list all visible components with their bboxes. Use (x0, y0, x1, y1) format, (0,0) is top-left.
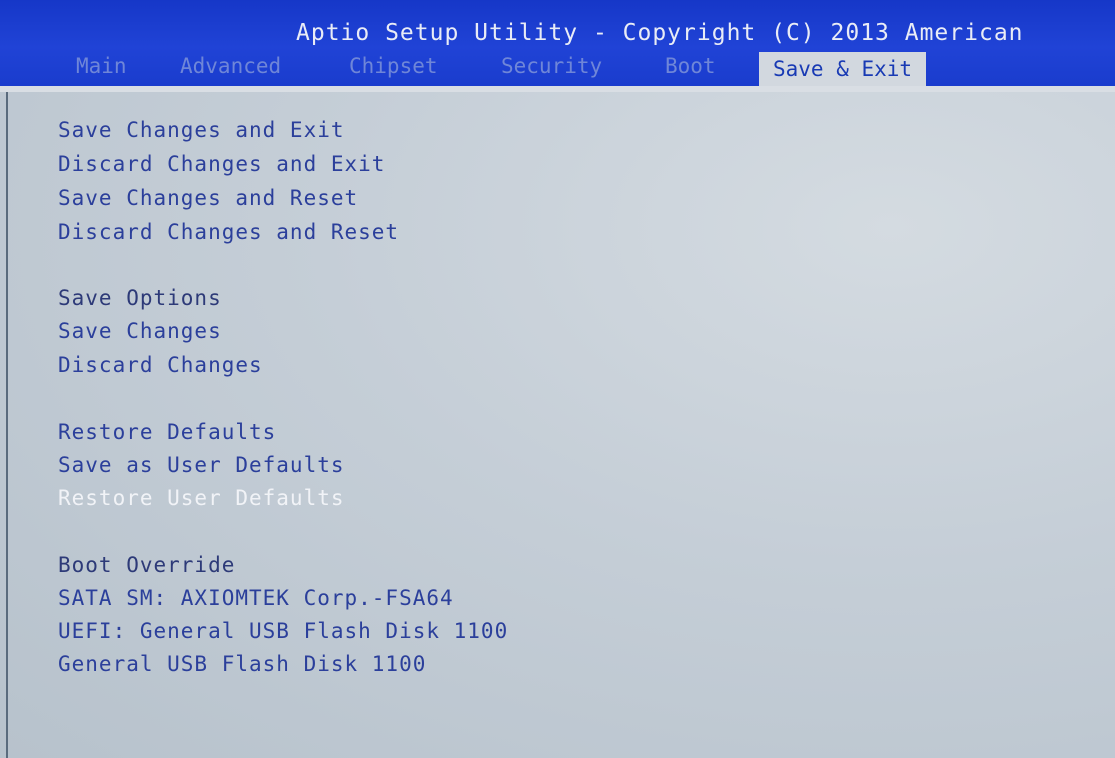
menu-item-discard-changes-and-reset[interactable]: Discard Changes and Reset (58, 220, 399, 244)
menu-item-discard-changes-and-exit[interactable]: Discard Changes and Exit (58, 152, 385, 176)
boot-override-uefi-usb[interactable]: UEFI: General USB Flash Disk 1100 (58, 619, 508, 643)
tab-advanced[interactable]: Advanced (180, 54, 281, 78)
section-heading-save-options: Save Options (58, 286, 222, 310)
tab-boot[interactable]: Boot (665, 54, 716, 78)
tab-main[interactable]: Main (76, 54, 127, 78)
tab-bar: Main Advanced Chipset Security Boot Save… (0, 52, 1115, 86)
menu-item-save-changes-and-exit[interactable]: Save Changes and Exit (58, 118, 345, 142)
tab-save-and-exit[interactable]: Save & Exit (759, 52, 927, 86)
utility-title: Aptio Setup Utility - Copyright (C) 2013… (296, 20, 1024, 46)
menu-item-restore-user-defaults[interactable]: Restore User Defaults (58, 486, 345, 510)
tab-chipset[interactable]: Chipset (349, 54, 438, 78)
boot-override-usb[interactable]: General USB Flash Disk 1100 (58, 652, 426, 676)
menu-item-restore-defaults[interactable]: Restore Defaults (58, 420, 276, 444)
menu-item-save-as-user-defaults[interactable]: Save as User Defaults (58, 453, 345, 477)
menu-item-save-changes-and-reset[interactable]: Save Changes and Reset (58, 186, 358, 210)
header-bar: Aptio Setup Utility - Copyright (C) 2013… (0, 0, 1115, 86)
panel-left-border (6, 92, 8, 758)
bios-screen: Aptio Setup Utility - Copyright (C) 2013… (0, 0, 1115, 758)
boot-override-sata[interactable]: SATA SM: AXIOMTEK Corp.-FSA64 (58, 586, 454, 610)
tab-security[interactable]: Security (501, 54, 602, 78)
menu-item-discard-changes[interactable]: Discard Changes (58, 353, 263, 377)
section-heading-boot-override: Boot Override (58, 553, 236, 577)
menu-item-save-changes[interactable]: Save Changes (58, 319, 222, 343)
